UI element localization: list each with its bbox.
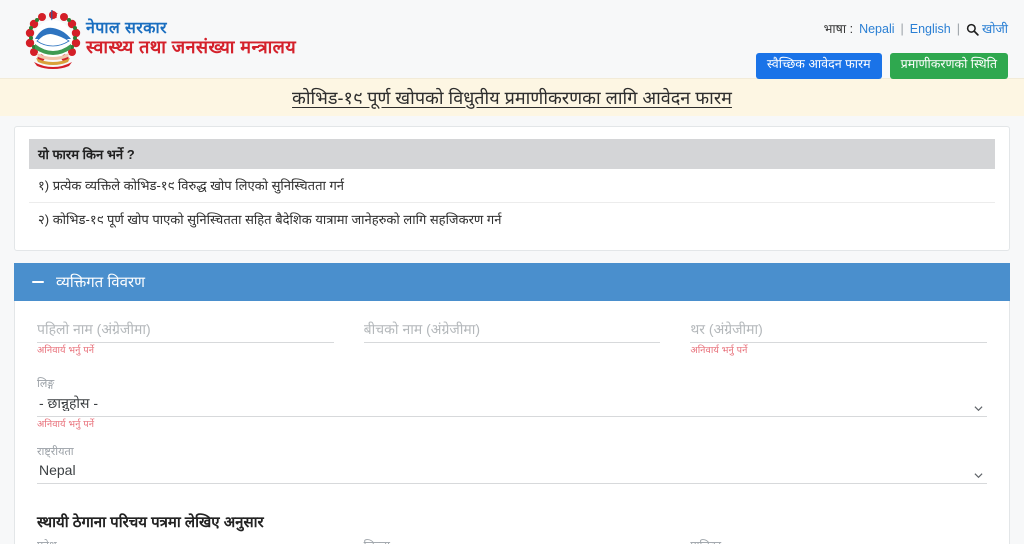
last-name-field: अनिवार्य भर्नु पर्ने xyxy=(690,319,988,356)
last-name-error: अनिवार्य भर्नु पर्ने xyxy=(690,345,748,356)
personal-details-body: अनिवार्य भर्नु पर्ने अनिवार्य भर्नु पर्न… xyxy=(14,301,1010,544)
nationality-field: राष्ट्रीयता Nepal xyxy=(37,445,987,485)
last-name-input[interactable] xyxy=(690,319,988,343)
district-field: जिल्ला - छान्नुहोस - अनिवार्य भर् xyxy=(364,540,661,544)
first-name-error: अनिवार्य भर्नु पर्ने xyxy=(37,345,95,356)
info-card-item-2: २) कोभिड-१९ पूर्ण खोप पाएको सुनिस्चितता … xyxy=(38,212,502,227)
nationality-select[interactable]: Nepal xyxy=(37,460,987,485)
brand-text: नेपाल सरकार स्वास्थ्य तथा जनसंख्या मन्त्… xyxy=(86,19,297,58)
search-label: खोजी xyxy=(982,22,1008,36)
brand-line-government: नेपाल सरकार xyxy=(86,19,167,37)
personal-details-title: व्यक्तिगत विवरण xyxy=(56,274,145,291)
nepal-government-emblem-icon xyxy=(22,8,84,70)
language-bar: भाषा : Nepali | English | खोजी xyxy=(824,20,1008,37)
language-option-english[interactable]: English xyxy=(910,22,951,36)
nationality-label: राष्ट्रीयता xyxy=(37,445,74,458)
middle-name-input[interactable] xyxy=(363,319,661,343)
gender-field: लिङ्ग - छान्नुहोस - अनिवार्य भर्नु पर्ने xyxy=(37,378,987,430)
permanent-address-heading: स्थायी ठेगाना परिचय पत्रमा लेखिए अनुसार xyxy=(37,514,264,532)
province-field: प्रदेश - छान्नुहोस - अनिवार्य भर् xyxy=(37,540,334,544)
info-card: यो फारम किन भर्ने ? १) प्रत्येक व्यक्तिल… xyxy=(14,126,1010,251)
municipality-label: पालिका xyxy=(690,540,987,544)
first-name-input[interactable] xyxy=(37,319,334,343)
site-header: नेपाल सरकार स्वास्थ्य तथा जनसंख्या मन्त्… xyxy=(0,0,1024,79)
separator-2: | xyxy=(956,21,961,36)
address-row: प्रदेश - छान्नुहोस - अनिवार्य भर् xyxy=(37,540,987,544)
search-button[interactable]: खोजी xyxy=(966,20,1008,37)
page-title-banner: कोभिड-१९ पूर्ण खोपको विधुतीय प्रमाणीकरणक… xyxy=(0,78,1024,116)
main-content: यो फारम किन भर्ने ? १) प्रत्येक व्यक्तिल… xyxy=(0,116,1024,544)
municipality-field: पालिका - छान्नुहोस - अनिवार्य भर् xyxy=(690,540,987,544)
page-title: कोभिड-१९ पूर्ण खोपको विधुतीय प्रमाणीकरणक… xyxy=(292,87,732,108)
voluntary-application-form-button[interactable]: स्वैच्छिक आवेदन फारम xyxy=(755,53,882,79)
gender-error: अनिवार्य भर्नु पर्ने xyxy=(37,418,95,430)
language-option-nepali[interactable]: Nepali xyxy=(859,22,894,36)
header-action-buttons: स्वैच्छिक आवेदन फारम प्रमाणीकरणको स्थिति xyxy=(755,53,1008,79)
brand-line-ministry: स्वास्थ्य तथा जनसंख्या मन्त्रालय xyxy=(86,37,297,58)
language-label: भाषा : xyxy=(823,22,854,36)
search-icon xyxy=(966,23,979,36)
info-card-item-1: १) प्रत्येक व्यक्तिले कोभिड-१९ विरुद्ध ख… xyxy=(29,169,995,203)
certificate-status-button[interactable]: प्रमाणीकरणको स्थिति xyxy=(889,53,1008,79)
district-label: जिल्ला xyxy=(364,540,661,544)
brand-block: नेपाल सरकार स्वास्थ्य तथा जनसंख्या मन्त्… xyxy=(22,8,296,70)
separator-1: | xyxy=(900,21,904,36)
first-name-field: अनिवार्य भर्नु पर्ने xyxy=(37,319,334,356)
gender-select[interactable]: - छान्नुहोस - xyxy=(37,392,987,417)
middle-name-field xyxy=(363,319,661,356)
personal-details-panel: व्यक्तिगत विवरण अनिवार्य भर्नु पर्ने xyxy=(14,263,1010,544)
personal-details-panel-header[interactable]: व्यक्तिगत विवरण xyxy=(14,263,1010,301)
province-label: प्रदेश xyxy=(37,540,334,544)
minus-icon[interactable] xyxy=(32,281,44,283)
info-card-heading: यो फारम किन भर्ने ? xyxy=(29,139,995,169)
gender-label: लिङ्ग xyxy=(37,378,55,391)
name-row: अनिवार्य भर्नु पर्ने अनिवार्य भर्नु पर्न… xyxy=(37,319,988,356)
page-root: नेपाल सरकार स्वास्थ्य तथा जनसंख्या मन्त्… xyxy=(0,0,1024,544)
